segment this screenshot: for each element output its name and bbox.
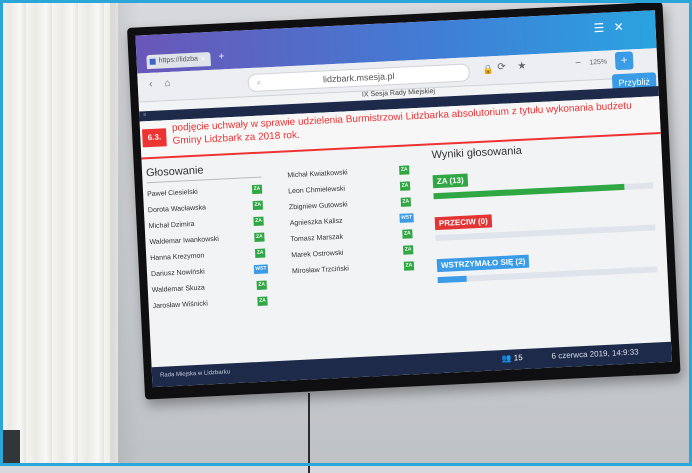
photo-frame — [0, 0, 692, 466]
